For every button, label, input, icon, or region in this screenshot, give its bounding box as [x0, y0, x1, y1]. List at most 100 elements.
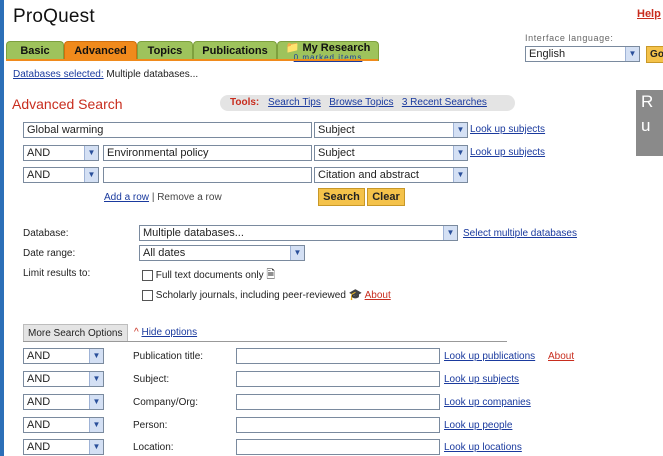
- database-select[interactable]: Multiple databases... ▼: [139, 225, 458, 241]
- look-up-publications-link[interactable]: Look up publications: [444, 351, 535, 362]
- location-input[interactable]: [236, 439, 440, 455]
- browse-topics-link[interactable]: Browse Topics: [329, 97, 393, 108]
- chevron-down-icon: ▼: [453, 123, 467, 137]
- tab-basic[interactable]: Basic: [6, 41, 64, 60]
- chevron-down-icon: ▼: [89, 372, 103, 386]
- document-icon: 🗎: [266, 269, 276, 281]
- field-select-3[interactable]: Citation and abstract ▼: [314, 167, 468, 183]
- person-label: Person:: [133, 420, 168, 431]
- full-text-label: Full text documents only: [155, 270, 264, 281]
- interface-language-label: Interface language:: [525, 33, 614, 43]
- left-accent-bar: [0, 0, 4, 456]
- publication-title-input[interactable]: [236, 348, 440, 364]
- add-row-link[interactable]: Add a row: [104, 192, 149, 203]
- subject-input[interactable]: [236, 371, 440, 387]
- chevron-down-icon: ▼: [84, 146, 98, 160]
- databases-selected-link[interactable]: Databases selected:: [13, 69, 104, 80]
- more-operator-select-3[interactable]: AND ▼: [23, 394, 104, 410]
- tools-label: Tools:: [230, 97, 260, 108]
- tab-topics[interactable]: Topics: [137, 41, 193, 60]
- field-select-2[interactable]: Subject ▼: [314, 145, 468, 161]
- chevron-down-icon: ▼: [290, 246, 304, 260]
- clear-button[interactable]: Clear: [367, 188, 405, 206]
- full-text-checkbox[interactable]: [142, 269, 153, 281]
- chevron-up-icon: ^: [134, 327, 139, 338]
- field-value-3: Citation and abstract: [318, 169, 419, 181]
- more-operator-select-4[interactable]: AND ▼: [23, 417, 104, 433]
- mortarboard-icon: 🎓: [348, 289, 363, 301]
- publication-about-link[interactable]: About: [548, 351, 574, 362]
- more-search-options-tab[interactable]: More Search Options: [23, 324, 128, 342]
- databases-selected: Databases selected: Multiple databases..…: [13, 69, 198, 80]
- location-label: Location:: [133, 442, 174, 453]
- tab-advanced[interactable]: Advanced: [64, 41, 137, 60]
- side-promo-panel[interactable]: R u: [636, 90, 663, 156]
- hide-options: ^ Hide options: [134, 327, 197, 338]
- interface-language-select[interactable]: English ▼: [525, 46, 640, 62]
- operator-value-2: AND: [27, 147, 51, 159]
- scholarly-label: Scholarly journals, including peer-revie…: [155, 290, 346, 301]
- publication-title-label: Publication title:: [133, 351, 204, 362]
- look-up-companies-link[interactable]: Look up companies: [444, 397, 531, 408]
- scholarly-about-link[interactable]: About: [365, 290, 391, 301]
- search-term-1[interactable]: Global warming: [23, 122, 312, 138]
- search-term-3[interactable]: [103, 167, 312, 183]
- chevron-down-icon: ▼: [89, 395, 103, 409]
- date-range-select[interactable]: All dates ▼: [139, 245, 305, 261]
- proquest-logo: ProQuest: [13, 6, 95, 27]
- select-multiple-databases-link[interactable]: Select multiple databases: [463, 228, 577, 239]
- more-operator-select-2[interactable]: AND ▼: [23, 371, 104, 387]
- search-term-2[interactable]: Environmental policy: [103, 145, 312, 161]
- look-up-people-link[interactable]: Look up people: [444, 420, 512, 431]
- more-look-up-subjects-link[interactable]: Look up subjects: [444, 374, 519, 385]
- hide-options-link[interactable]: Hide options: [141, 327, 197, 338]
- look-up-subjects-link-2[interactable]: Look up subjects: [470, 147, 545, 158]
- subject-label: Subject:: [133, 374, 170, 385]
- marked-items-link[interactable]: 0 marked items: [278, 53, 378, 63]
- more-operator-select-5[interactable]: AND ▼: [23, 439, 104, 455]
- interface-language-value: English: [529, 48, 566, 60]
- field-select-1[interactable]: Subject ▼: [314, 122, 468, 138]
- look-up-locations-link[interactable]: Look up locations: [444, 442, 522, 453]
- company-org-label: Company/Org:: [133, 397, 199, 408]
- more-operator-value-2: AND: [27, 373, 51, 385]
- remove-row-text: Remove a row: [157, 192, 222, 203]
- databases-selected-value: Multiple databases...: [106, 69, 199, 80]
- tab-publications[interactable]: Publications: [193, 41, 277, 60]
- more-operator-select-1[interactable]: AND ▼: [23, 348, 104, 364]
- search-button[interactable]: Search: [318, 188, 365, 206]
- field-value-2: Subject: [318, 147, 355, 159]
- chevron-down-icon: ▼: [453, 168, 467, 182]
- help-link[interactable]: Help: [637, 8, 661, 20]
- tab-underline: [6, 59, 378, 61]
- scholarly-checkbox[interactable]: [142, 289, 153, 301]
- search-tips-link[interactable]: Search Tips: [268, 97, 321, 108]
- tab-my-research[interactable]: 📁 My Research 0 marked items: [277, 41, 379, 63]
- tools-bar: Tools: Search Tips Browse Topics 3 Recen…: [220, 95, 515, 111]
- database-label: Database:: [23, 228, 69, 239]
- chevron-down-icon: ▼: [89, 418, 103, 432]
- more-operator-value-4: AND: [27, 419, 51, 431]
- person-input[interactable]: [236, 417, 440, 433]
- chevron-down-icon: ▼: [89, 349, 103, 363]
- go-button[interactable]: Go: [646, 46, 663, 63]
- side-promo-line-1: R: [641, 92, 654, 111]
- chevron-down-icon: ▼: [625, 47, 639, 61]
- more-options-divider: [23, 341, 507, 342]
- recent-searches-link[interactable]: 3 Recent Searches: [402, 97, 487, 108]
- operator-select-3[interactable]: AND ▼: [23, 167, 99, 183]
- operator-select-2[interactable]: AND ▼: [23, 145, 99, 161]
- chevron-down-icon: ▼: [89, 440, 103, 454]
- field-value-1: Subject: [318, 124, 355, 136]
- page-title: Advanced Search: [12, 96, 123, 112]
- operator-value-3: AND: [27, 169, 51, 181]
- chevron-down-icon: ▼: [84, 168, 98, 182]
- chevron-down-icon: ▼: [453, 146, 467, 160]
- date-range-value: All dates: [143, 247, 186, 259]
- row-actions: Add a row | Remove a row: [104, 192, 222, 203]
- more-operator-value-1: AND: [27, 350, 51, 362]
- full-text-option: Full text documents only 🗎: [142, 266, 275, 285]
- company-org-input[interactable]: [236, 394, 440, 410]
- look-up-subjects-link-1[interactable]: Look up subjects: [470, 124, 545, 135]
- more-operator-value-5: AND: [27, 441, 51, 453]
